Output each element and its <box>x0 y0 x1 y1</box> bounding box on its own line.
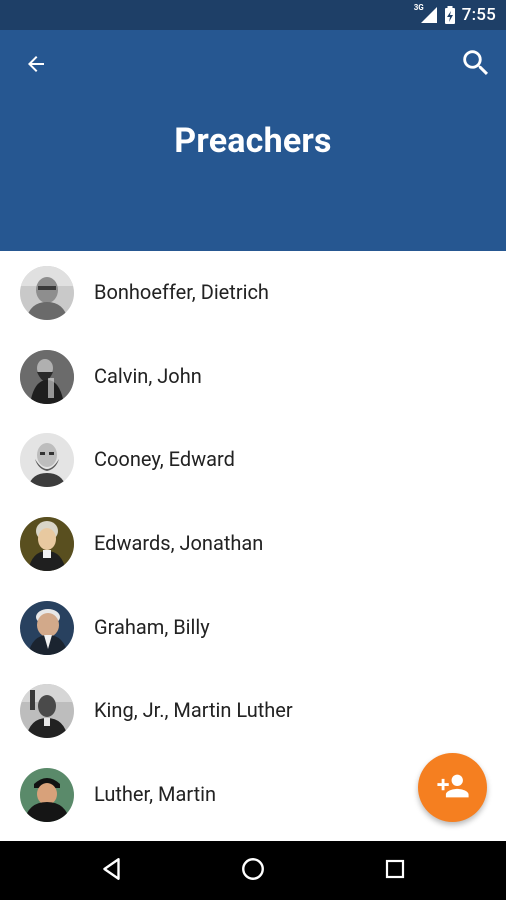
avatar <box>20 517 74 572</box>
avatar <box>20 600 74 655</box>
back-button[interactable] <box>18 48 54 84</box>
avatar <box>20 266 74 320</box>
avatar <box>20 349 74 404</box>
app-bar: Preachers <box>0 30 506 251</box>
list-item-label: Cooney, Edward <box>94 447 235 472</box>
add-preacher-button[interactable] <box>418 753 487 822</box>
nav-home-button[interactable] <box>229 849 277 893</box>
list-item-label: Luther, Martin <box>94 782 217 807</box>
avatar <box>20 433 74 488</box>
avatar <box>20 684 74 739</box>
system-nav-bar <box>0 841 506 900</box>
search-icon <box>459 46 493 84</box>
status-bar: 3G 7:55 <box>0 0 506 30</box>
search-button[interactable] <box>456 45 496 85</box>
status-icons: 3G 7:55 <box>413 0 496 30</box>
status-time: 7:55 <box>461 5 496 25</box>
arrow-back-icon <box>24 52 48 80</box>
battery-icon <box>444 6 456 24</box>
list-item-edwards[interactable]: Edwards, Jonathan <box>0 502 506 586</box>
list-item-label: Calvin, John <box>94 363 202 388</box>
nav-home-icon <box>240 856 266 886</box>
list-item-bonhoeffer[interactable]: Bonhoeffer, Dietrich <box>0 251 506 335</box>
list-item-king[interactable]: King, Jr., Martin Luther <box>0 669 506 753</box>
list-item-graham[interactable]: Graham, Billy <box>0 586 506 670</box>
network-type-label: 3G <box>413 3 424 12</box>
preacher-list: Bonhoeffer, Dietrich Calvin, John Cooney… <box>0 251 506 841</box>
list-item-cooney[interactable]: Cooney, Edward <box>0 418 506 502</box>
nav-recents-icon <box>383 857 407 885</box>
list-item-calvin[interactable]: Calvin, John <box>0 335 506 419</box>
avatar <box>20 768 74 823</box>
nav-back-button[interactable] <box>88 849 136 893</box>
nav-recents-button[interactable] <box>371 849 419 893</box>
page-title: Preachers <box>174 121 332 161</box>
nav-back-icon <box>99 856 125 886</box>
list-item-label: King, Jr., Martin Luther <box>94 698 293 723</box>
person-add-icon <box>436 769 470 807</box>
list-item-label: Bonhoeffer, Dietrich <box>94 280 269 304</box>
signal-icon: 3G <box>413 3 438 24</box>
list-item-label: Graham, Billy <box>94 614 210 639</box>
list-item-label: Edwards, Jonathan <box>94 531 264 556</box>
